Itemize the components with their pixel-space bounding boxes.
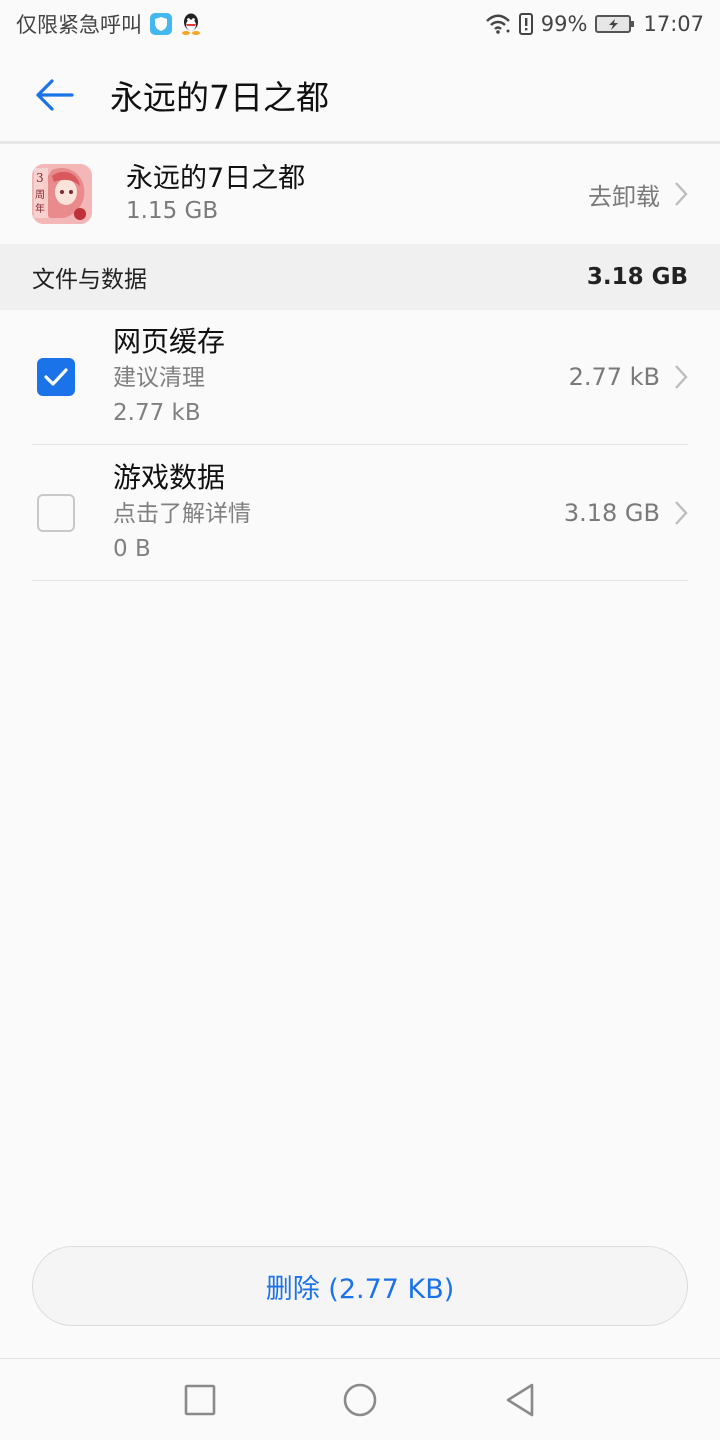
home-icon [343, 1383, 377, 1416]
arrow-left-icon [36, 78, 74, 111]
item-selected-size: 2.77 kB [113, 400, 201, 426]
app-info-row[interactable]: 3 周 年 永远的7日之都 1.15 GB 去卸载 [0, 144, 720, 244]
status-right: 99% 17:07 [485, 12, 704, 36]
wifi-icon [485, 13, 511, 35]
nav-back-button[interactable] [440, 1359, 600, 1440]
battery-percent: 99% [540, 12, 588, 36]
list-item-game-data[interactable]: 游戏数据 点击了解详情 0 B 3.18 GB [32, 445, 688, 581]
uninstall-link[interactable]: 去卸载 [588, 177, 688, 212]
item-text: 网页缓存 建议清理 2.77 kB [113, 324, 569, 430]
item-selected-size: 0 B [113, 535, 151, 562]
carrier-text: 仅限紧急呼叫 [16, 13, 142, 37]
page-title: 永远的7日之都 [110, 77, 329, 117]
screen: 仅限紧急呼叫 99% 17:07 永远的7日之都 3 周 年 永远的7日之都 1… [0, 0, 720, 1440]
delete-button[interactable]: 删除 (2.77 KB) [32, 1246, 688, 1326]
checkmark-icon [44, 368, 68, 386]
chevron-right-icon [675, 365, 688, 389]
svg-text:年: 年 [35, 202, 45, 215]
uninstall-label: 去卸载 [588, 182, 660, 211]
back-button[interactable] [0, 47, 110, 143]
home-button[interactable] [280, 1359, 440, 1440]
list-item-web-cache[interactable]: 网页缓存 建议清理 2.77 kB 2.77 kB [32, 310, 688, 445]
item-size: 3.18 GB [563, 498, 660, 527]
checkbox-unchecked[interactable] [37, 493, 75, 532]
back-triangle-icon [506, 1383, 534, 1416]
chevron-right-icon [675, 500, 688, 525]
clock: 17:07 [643, 12, 704, 36]
section-label: 文件与数据 [32, 267, 147, 293]
alert-icon [518, 13, 533, 35]
app-name: 永远的7日之都 [126, 163, 306, 194]
item-title: 网页缓存 [113, 325, 226, 358]
app-bar: 永远的7日之都 [0, 48, 720, 144]
shield-icon [150, 13, 172, 35]
item-subtitle: 建议清理 [113, 365, 205, 391]
app-icon: 3 周 年 [32, 164, 92, 224]
status-bar: 仅限紧急呼叫 99% 17:07 [0, 0, 720, 48]
section-total: 3.18 GB [586, 264, 688, 290]
status-left: 仅限紧急呼叫 [16, 9, 202, 39]
chevron-right-icon [675, 182, 688, 206]
svg-text:3: 3 [36, 171, 44, 185]
recent-apps-button[interactable] [120, 1359, 280, 1440]
nav-bar [0, 1358, 720, 1440]
app-size: 1.15 GB [126, 198, 219, 224]
item-right: 2.77 kB [569, 363, 688, 391]
item-title: 游戏数据 [113, 460, 226, 494]
checkbox-checked[interactable] [37, 358, 75, 396]
recent-apps-icon [184, 1384, 216, 1415]
item-size: 2.77 kB [568, 363, 660, 391]
item-right: 3.18 GB [564, 499, 688, 527]
storage-list: 网页缓存 建议清理 2.77 kB 2.77 kB 游戏数据 点击了解详情 0 … [0, 310, 720, 581]
app-meta: 永远的7日之都 1.15 GB [126, 162, 588, 226]
battery-charging-icon [595, 14, 635, 34]
section-header: 文件与数据 3.18 GB [0, 244, 720, 310]
item-text: 游戏数据 点击了解详情 0 B [113, 460, 564, 566]
svg-text:周: 周 [35, 189, 45, 201]
qq-icon [180, 12, 202, 36]
item-subtitle: 点击了解详情 [113, 500, 251, 527]
